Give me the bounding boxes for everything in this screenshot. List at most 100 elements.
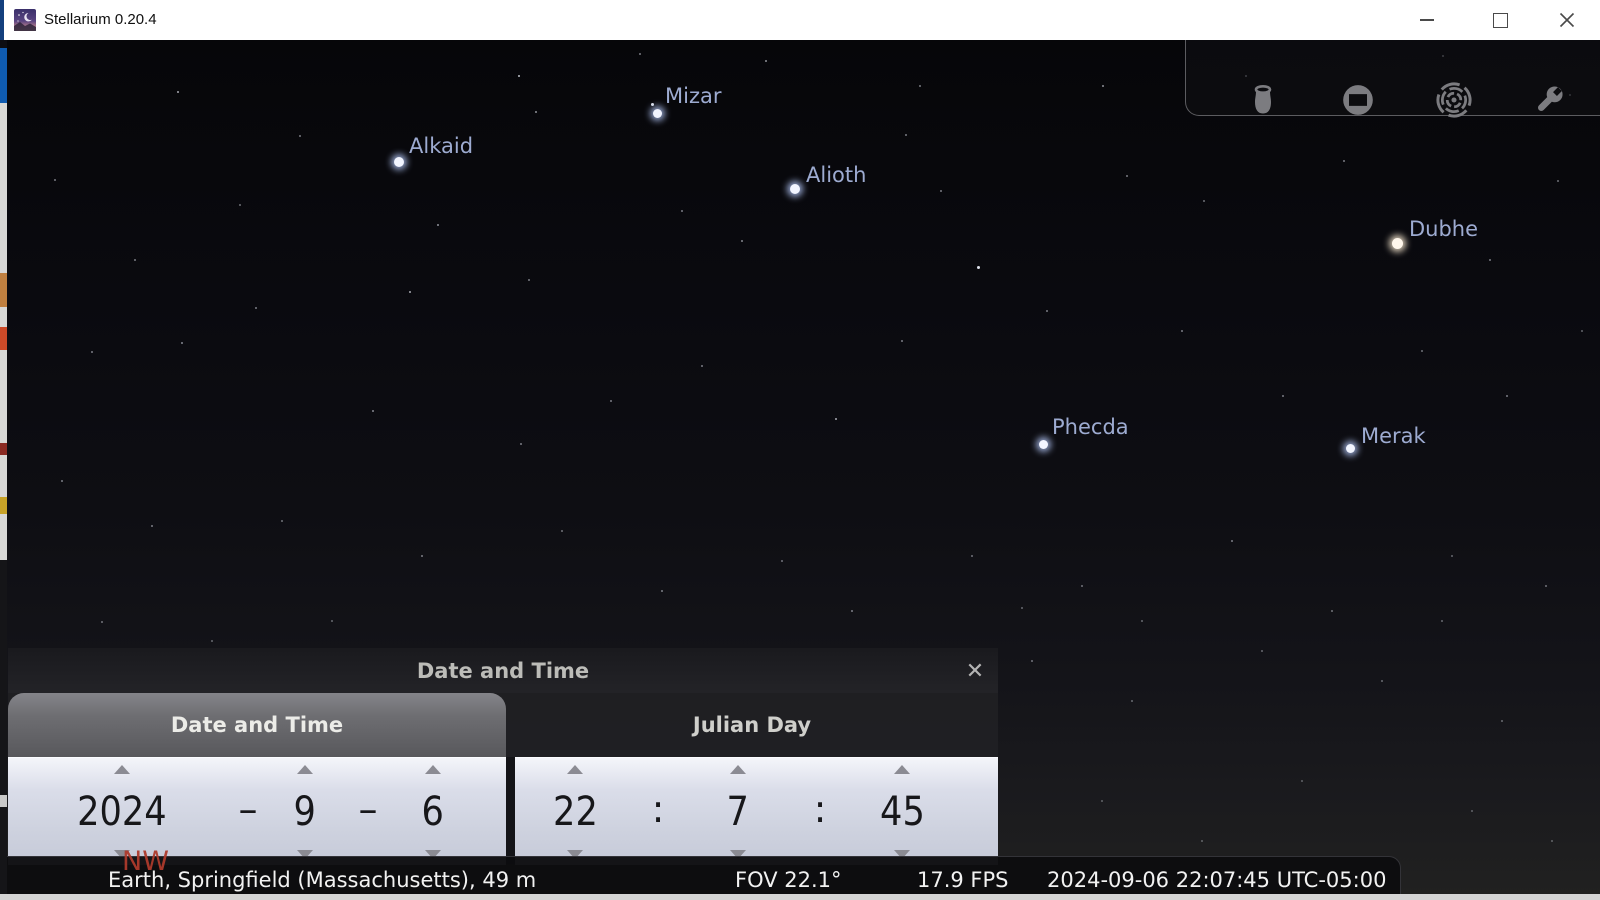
minute-value: 7 [727,789,749,835]
background-star [971,555,973,557]
background-star [919,85,921,87]
minute-spinner: 7 [681,758,795,865]
dialog-title: Date and Time [8,648,998,693]
tab-julian-day[interactable]: Julian Day [506,693,998,757]
background-star [255,307,257,309]
stellarium-window: MizarAlkaidAliothDubhePhecdaMerak [0,0,1600,900]
wrench-icon [1531,82,1567,118]
star-label-alkaid: Alkaid [409,134,473,158]
background-star [905,134,907,136]
date-time-dialog: Date and Time ✕ Date and Time Julian Day… [8,648,998,864]
hour-up-button[interactable] [567,765,583,774]
spinner-separator: – [236,758,260,865]
day-spinner: 6 [386,758,480,865]
star-label-mizar: Mizar [665,84,721,108]
fov-text: FOV 22.1° [735,868,842,892]
star-label-dubhe: Dubhe [1409,217,1478,241]
star-mizar[interactable] [653,109,662,118]
background-star [211,640,213,642]
oculars-settings-button[interactable] [1529,80,1569,120]
background-star [518,75,520,77]
sensor-frame-button[interactable] [1338,80,1378,120]
year-up-button[interactable] [114,765,130,774]
background-star [765,60,767,62]
time-spinners: 22:7:45 [515,757,998,865]
day-up-button[interactable] [425,765,441,774]
background-star [1046,310,1048,312]
background-star [901,340,903,342]
background-star [1551,840,1553,842]
tab-label: Julian Day [693,713,811,737]
window-left-border [0,0,4,40]
star-alioth[interactable] [790,184,800,194]
background-star [741,240,743,242]
minimize-icon [1420,19,1434,21]
background-star [421,555,423,557]
star-dubhe[interactable] [1392,238,1403,249]
background-star [561,530,563,532]
background-star [977,266,980,269]
month-spinner: 9 [260,758,350,865]
background-star [661,590,663,592]
background-star [1545,585,1547,587]
cardinal-label-nw: NW [122,846,169,877]
datetime-text: 2024-09-06 22:07:45 UTC-05:00 [1047,868,1386,892]
background-star [181,342,183,344]
spinner-filler [959,758,998,865]
minute-up-button[interactable] [730,765,746,774]
background-star [1141,620,1143,622]
second-spinner: 45 [845,758,959,865]
background-star [1231,540,1233,542]
background-star [331,620,333,622]
background-star [1282,395,1284,397]
hour-spinner: 22 [515,758,635,865]
star-label-phecda: Phecda [1052,415,1129,439]
maximize-button[interactable] [1477,0,1523,40]
spinner-filler [480,758,506,865]
background-star [651,103,654,106]
window-title: Stellarium 0.20.4 [44,0,157,40]
background-star [681,210,683,212]
stellarium-app-icon [14,9,36,31]
second-up-button[interactable] [894,765,910,774]
background-star [134,259,136,261]
background-star [1421,350,1423,352]
background-star [1031,660,1033,662]
fps-text: 17.9 FPS [917,868,1009,892]
background-star [520,443,522,445]
background-star [1301,780,1303,782]
background-star [835,418,838,421]
background-star [54,179,56,181]
background-star [151,525,153,527]
background-star [177,91,179,93]
status-bar: Earth, Springfield (Massachusetts), 49 m… [7,856,1401,895]
minimize-button[interactable] [1404,0,1450,40]
background-star [1581,330,1583,332]
close-button[interactable] [1544,0,1590,40]
background-star [1181,330,1183,332]
dialog-close-button[interactable]: ✕ [954,648,996,693]
star-merak[interactable] [1346,444,1355,453]
month-up-button[interactable] [297,765,313,774]
background-star [940,190,942,192]
year-value: 2024 [77,789,167,835]
background-star [1489,259,1491,261]
background-star [1021,607,1023,609]
telrad-button[interactable] [1434,80,1474,120]
background-star [101,621,103,623]
star-label-alioth: Alioth [806,163,866,187]
day-value: 6 [422,789,444,835]
background-star [299,135,301,137]
ocular-view-button[interactable] [1243,80,1283,120]
star-alkaid[interactable] [394,157,404,167]
star-phecda[interactable] [1039,440,1048,449]
close-icon [1559,12,1575,28]
background-star [1331,610,1333,612]
dialog-titlebar[interactable]: Date and Time ✕ [8,648,998,693]
month-value: 9 [294,789,316,835]
background-star [1381,680,1383,682]
background-star [1203,200,1205,202]
tab-date-and-time[interactable]: Date and Time [8,693,506,757]
background-star [281,520,283,522]
background-star [1101,800,1103,802]
